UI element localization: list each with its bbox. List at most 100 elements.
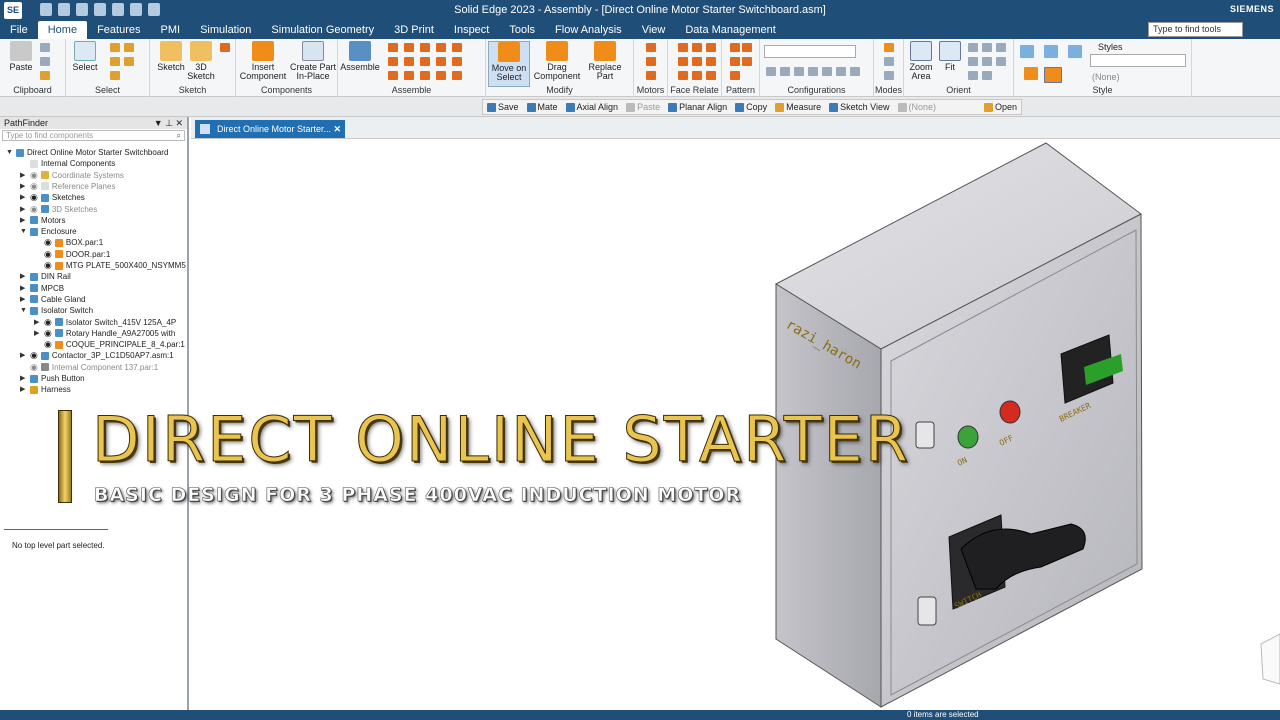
- pattern-icon[interactable]: [730, 57, 740, 66]
- cmd-none[interactable]: (None): [894, 100, 941, 114]
- cmd-open[interactable]: Open: [980, 100, 1021, 114]
- assemble-button[interactable]: Assemble: [340, 41, 380, 72]
- expand-arrow-icon[interactable]: ▶: [20, 350, 27, 361]
- expand-arrow-icon[interactable]: ▶: [20, 192, 27, 203]
- close-icon[interactable]: ✕: [333, 120, 341, 138]
- orient-tool-icon[interactable]: [968, 43, 978, 52]
- motor-icon[interactable]: [646, 43, 656, 52]
- tree-item[interactable]: ▶ ◉ 3D Sketches: [20, 204, 97, 215]
- pattern-icon[interactable]: [742, 57, 752, 66]
- visibility-eye-icon[interactable]: ◉: [30, 362, 38, 373]
- relationship-icon[interactable]: [420, 57, 430, 66]
- visibility-eye-icon[interactable]: ◉: [30, 170, 38, 181]
- orient-tool-icon[interactable]: [982, 57, 992, 66]
- expand-arrow-icon[interactable]: ▶: [34, 328, 41, 339]
- tree-item[interactable]: ▶ Harness: [20, 384, 71, 395]
- collapse-arrow-icon[interactable]: ▼: [20, 226, 27, 237]
- config-tool-icon[interactable]: [766, 67, 776, 76]
- motor-icon[interactable]: [646, 71, 656, 80]
- fit-button[interactable]: Fit: [936, 41, 964, 72]
- cmd-copy[interactable]: Copy: [731, 100, 771, 114]
- orient-tool-icon[interactable]: [968, 71, 978, 80]
- view-style-icon[interactable]: [1020, 45, 1034, 58]
- face-relate-icon[interactable]: [692, 57, 702, 66]
- visibility-eye-icon[interactable]: ◉: [30, 204, 38, 215]
- menu-inspect[interactable]: Inspect: [444, 21, 499, 39]
- create-part-in-place-button[interactable]: Create Part In-Place: [288, 41, 338, 81]
- tree-item[interactable]: ▼ Enclosure: [20, 226, 77, 237]
- cut-icon[interactable]: [40, 43, 50, 52]
- expand-arrow-icon[interactable]: ▶: [20, 294, 27, 305]
- tree-item[interactable]: ▼ Isolator Switch: [20, 305, 93, 316]
- view-style-icon[interactable]: [1068, 45, 1082, 58]
- tree-item[interactable]: ▶ ◉ Rotary Handle_A9A27005 with: [34, 328, 175, 339]
- config-tool-icon[interactable]: [836, 67, 846, 76]
- visibility-eye-icon[interactable]: ◉: [44, 237, 52, 248]
- cmd-axial-align[interactable]: Axial Align: [562, 100, 623, 114]
- select-tool-icon[interactable]: [110, 57, 120, 66]
- relationship-icon[interactable]: [452, 43, 462, 52]
- menu-3d-print[interactable]: 3D Print: [384, 21, 444, 39]
- orient-tool-icon[interactable]: [996, 43, 1006, 52]
- orient-tool-icon[interactable]: [982, 71, 992, 80]
- tree-item[interactable]: ▶ ◉ Sketches: [20, 192, 85, 203]
- tree-item[interactable]: ▶ Push Button: [20, 373, 85, 384]
- config-tool-icon[interactable]: [822, 67, 832, 76]
- relationship-icon[interactable]: [420, 43, 430, 52]
- visibility-eye-icon[interactable]: ◉: [44, 317, 52, 328]
- relationship-icon[interactable]: [404, 57, 414, 66]
- door-latch-bottom[interactable]: [917, 596, 937, 626]
- tree-item[interactable]: ◉ COQUE_PRINCIPALE_8_4.par:1: [34, 339, 185, 350]
- pilot-lamp-off[interactable]: [999, 400, 1021, 424]
- select-button[interactable]: Select: [70, 41, 100, 72]
- expand-arrow-icon[interactable]: ▶: [20, 373, 27, 384]
- expand-arrow-icon[interactable]: ▶: [34, 317, 41, 328]
- mode-icon[interactable]: [884, 57, 894, 66]
- relationship-icon[interactable]: [388, 57, 398, 66]
- tree-item[interactable]: ▶ Cable Gland: [20, 294, 85, 305]
- relationship-icon[interactable]: [388, 71, 398, 80]
- expand-arrow-icon[interactable]: ▶: [20, 181, 27, 192]
- cmd-measure[interactable]: Measure: [771, 100, 825, 114]
- visibility-eye-icon[interactable]: ◉: [44, 339, 52, 350]
- cmd-mate[interactable]: Mate: [523, 100, 562, 114]
- select-tool-icon[interactable]: [110, 71, 120, 80]
- relationship-icon[interactable]: [404, 71, 414, 80]
- cmd-sketch-view[interactable]: Sketch View: [825, 100, 893, 114]
- tree-item[interactable]: Internal Components: [20, 158, 115, 169]
- menu-view[interactable]: View: [632, 21, 676, 39]
- cmd-planar-align[interactable]: Planar Align: [664, 100, 731, 114]
- sketch-button[interactable]: Sketch: [156, 41, 186, 72]
- document-tab[interactable]: Direct Online Motor Starter... ✕: [195, 120, 345, 138]
- visibility-eye-icon[interactable]: ◉: [44, 260, 52, 271]
- face-relate-icon[interactable]: [692, 71, 702, 80]
- face-relate-icon[interactable]: [706, 57, 716, 66]
- cmd-paste[interactable]: Paste: [622, 100, 664, 114]
- config-tool-icon[interactable]: [794, 67, 804, 76]
- select-tool-icon[interactable]: [124, 43, 134, 52]
- face-relate-icon[interactable]: [706, 43, 716, 52]
- tree-item[interactable]: ▶ ◉ Isolator Switch_415V 125A_4P: [34, 317, 176, 328]
- expand-arrow-icon[interactable]: ▶: [20, 271, 27, 282]
- menu-file[interactable]: File: [0, 21, 38, 39]
- face-relate-icon[interactable]: [678, 57, 688, 66]
- drag-component-button[interactable]: Drag Component: [532, 41, 582, 81]
- shaded-icon[interactable]: [1024, 67, 1038, 80]
- menu-home[interactable]: Home: [37, 21, 88, 39]
- replace-part-button[interactable]: Replace Part: [582, 41, 628, 81]
- graphics-viewport[interactable]: razi_haron ON OFF BREAKER SWITCH: [191, 139, 1280, 710]
- relationship-icon[interactable]: [436, 71, 446, 80]
- menu-simulation[interactable]: Simulation: [190, 21, 261, 39]
- format-icon[interactable]: [40, 71, 50, 80]
- pathfinder-controls[interactable]: ▼ ⊥ ✕: [154, 117, 183, 129]
- shaded-edges-icon[interactable]: [1044, 67, 1062, 83]
- menu-pmi[interactable]: PMI: [151, 21, 191, 39]
- pattern-icon[interactable]: [730, 43, 740, 52]
- expand-arrow-icon[interactable]: ▶: [20, 283, 27, 294]
- tree-item[interactable]: ▶ ◉ Reference Planes: [20, 181, 115, 192]
- style-select[interactable]: [1090, 54, 1186, 67]
- pilot-lamp-on[interactable]: [957, 425, 979, 449]
- menu-data-management[interactable]: Data Management: [675, 21, 786, 39]
- zoom-area-button[interactable]: Zoom Area: [906, 41, 936, 81]
- expand-arrow-icon[interactable]: ▶: [20, 215, 27, 226]
